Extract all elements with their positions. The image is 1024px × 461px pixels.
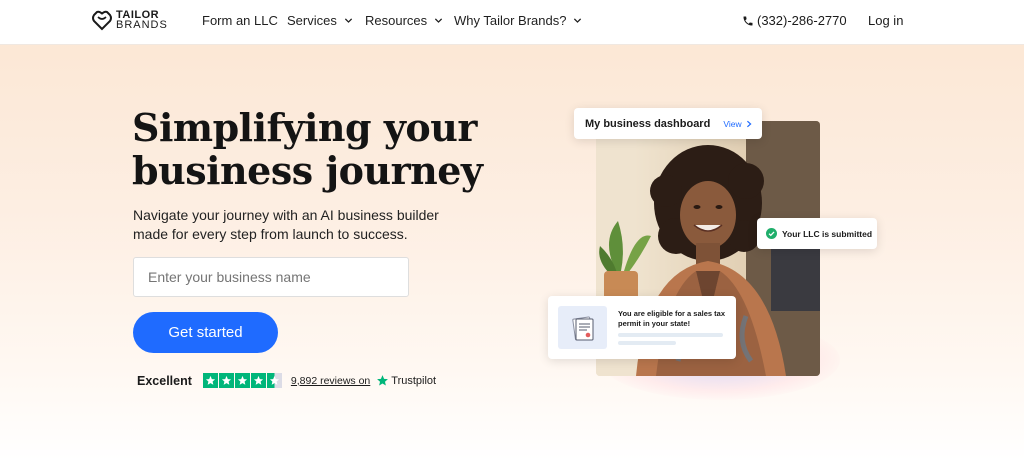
business-dashboard-card[interactable]: My business dashboard View [574,108,762,139]
login-link[interactable]: Log in [868,13,903,28]
tax-permit-card: You are eligible for a sales tax permit … [548,296,736,359]
phone-link[interactable]: (332)-286-2770 [742,13,847,28]
trustpilot-label: Trustpilot [391,374,437,387]
logo-text-line2: BRANDS [116,19,168,31]
nav-label: Why Tailor Brands? [454,13,567,28]
reviews-link[interactable]: 9,892 reviews on [291,375,370,387]
nav-why-tailor-brands[interactable]: Why Tailor Brands? [454,13,582,28]
star-icon [218,373,234,388]
nav-services[interactable]: Services [287,13,353,28]
phone-icon [743,16,753,25]
nav-resources[interactable]: Resources [365,13,443,28]
tailor-brands-logo-icon [92,10,112,31]
llc-status-card: Your LLC is submitted [757,218,877,249]
llc-status-text: Your LLC is submitted [782,228,873,239]
nav-form-an-llc[interactable]: Form an LLC [202,13,278,28]
chevron-down-icon [435,18,443,23]
get-started-button[interactable]: Get started [133,312,278,353]
trustpilot-rating: Excellent 9,892 reviews on Trustpilot [137,373,436,388]
site-header: TAILOR BRANDS Form an LLC Services Resou… [0,0,1024,45]
star-icon [234,373,250,388]
placeholder-line [618,341,676,345]
tailor-brands-logo[interactable]: TAILOR BRANDS [91,9,168,31]
trustpilot-logo[interactable]: Trustpilot [376,374,436,387]
dashboard-title: My business dashboard [585,117,711,130]
phone-number: (332)-286-2770 [757,13,847,28]
nav-label: Resources [365,13,428,28]
check-circle-icon [766,228,777,239]
business-name-input[interactable] [133,257,409,297]
dashboard-view-link[interactable]: View [723,119,752,129]
certificate-document-icon [558,306,607,349]
trustpilot-star-icon [377,375,389,386]
rating-stars [202,373,282,388]
rating-label: Excellent [137,373,192,388]
star-icon [202,373,218,388]
nav-label: Form an LLC [202,13,278,28]
tax-permit-message: You are eligible for a sales tax permit … [618,309,725,328]
star-icon [250,373,266,388]
hero-title: Simplifying your business journey [132,105,483,193]
view-label: View [723,118,742,129]
placeholder-line [618,333,723,337]
nav-label: Services [287,13,337,28]
hero-subtitle: Navigate your journey with an AI busines… [133,207,439,242]
chevron-down-icon [344,18,352,23]
chevron-right-icon [746,120,752,127]
chevron-down-icon [574,18,582,23]
half-star-icon [266,373,282,388]
